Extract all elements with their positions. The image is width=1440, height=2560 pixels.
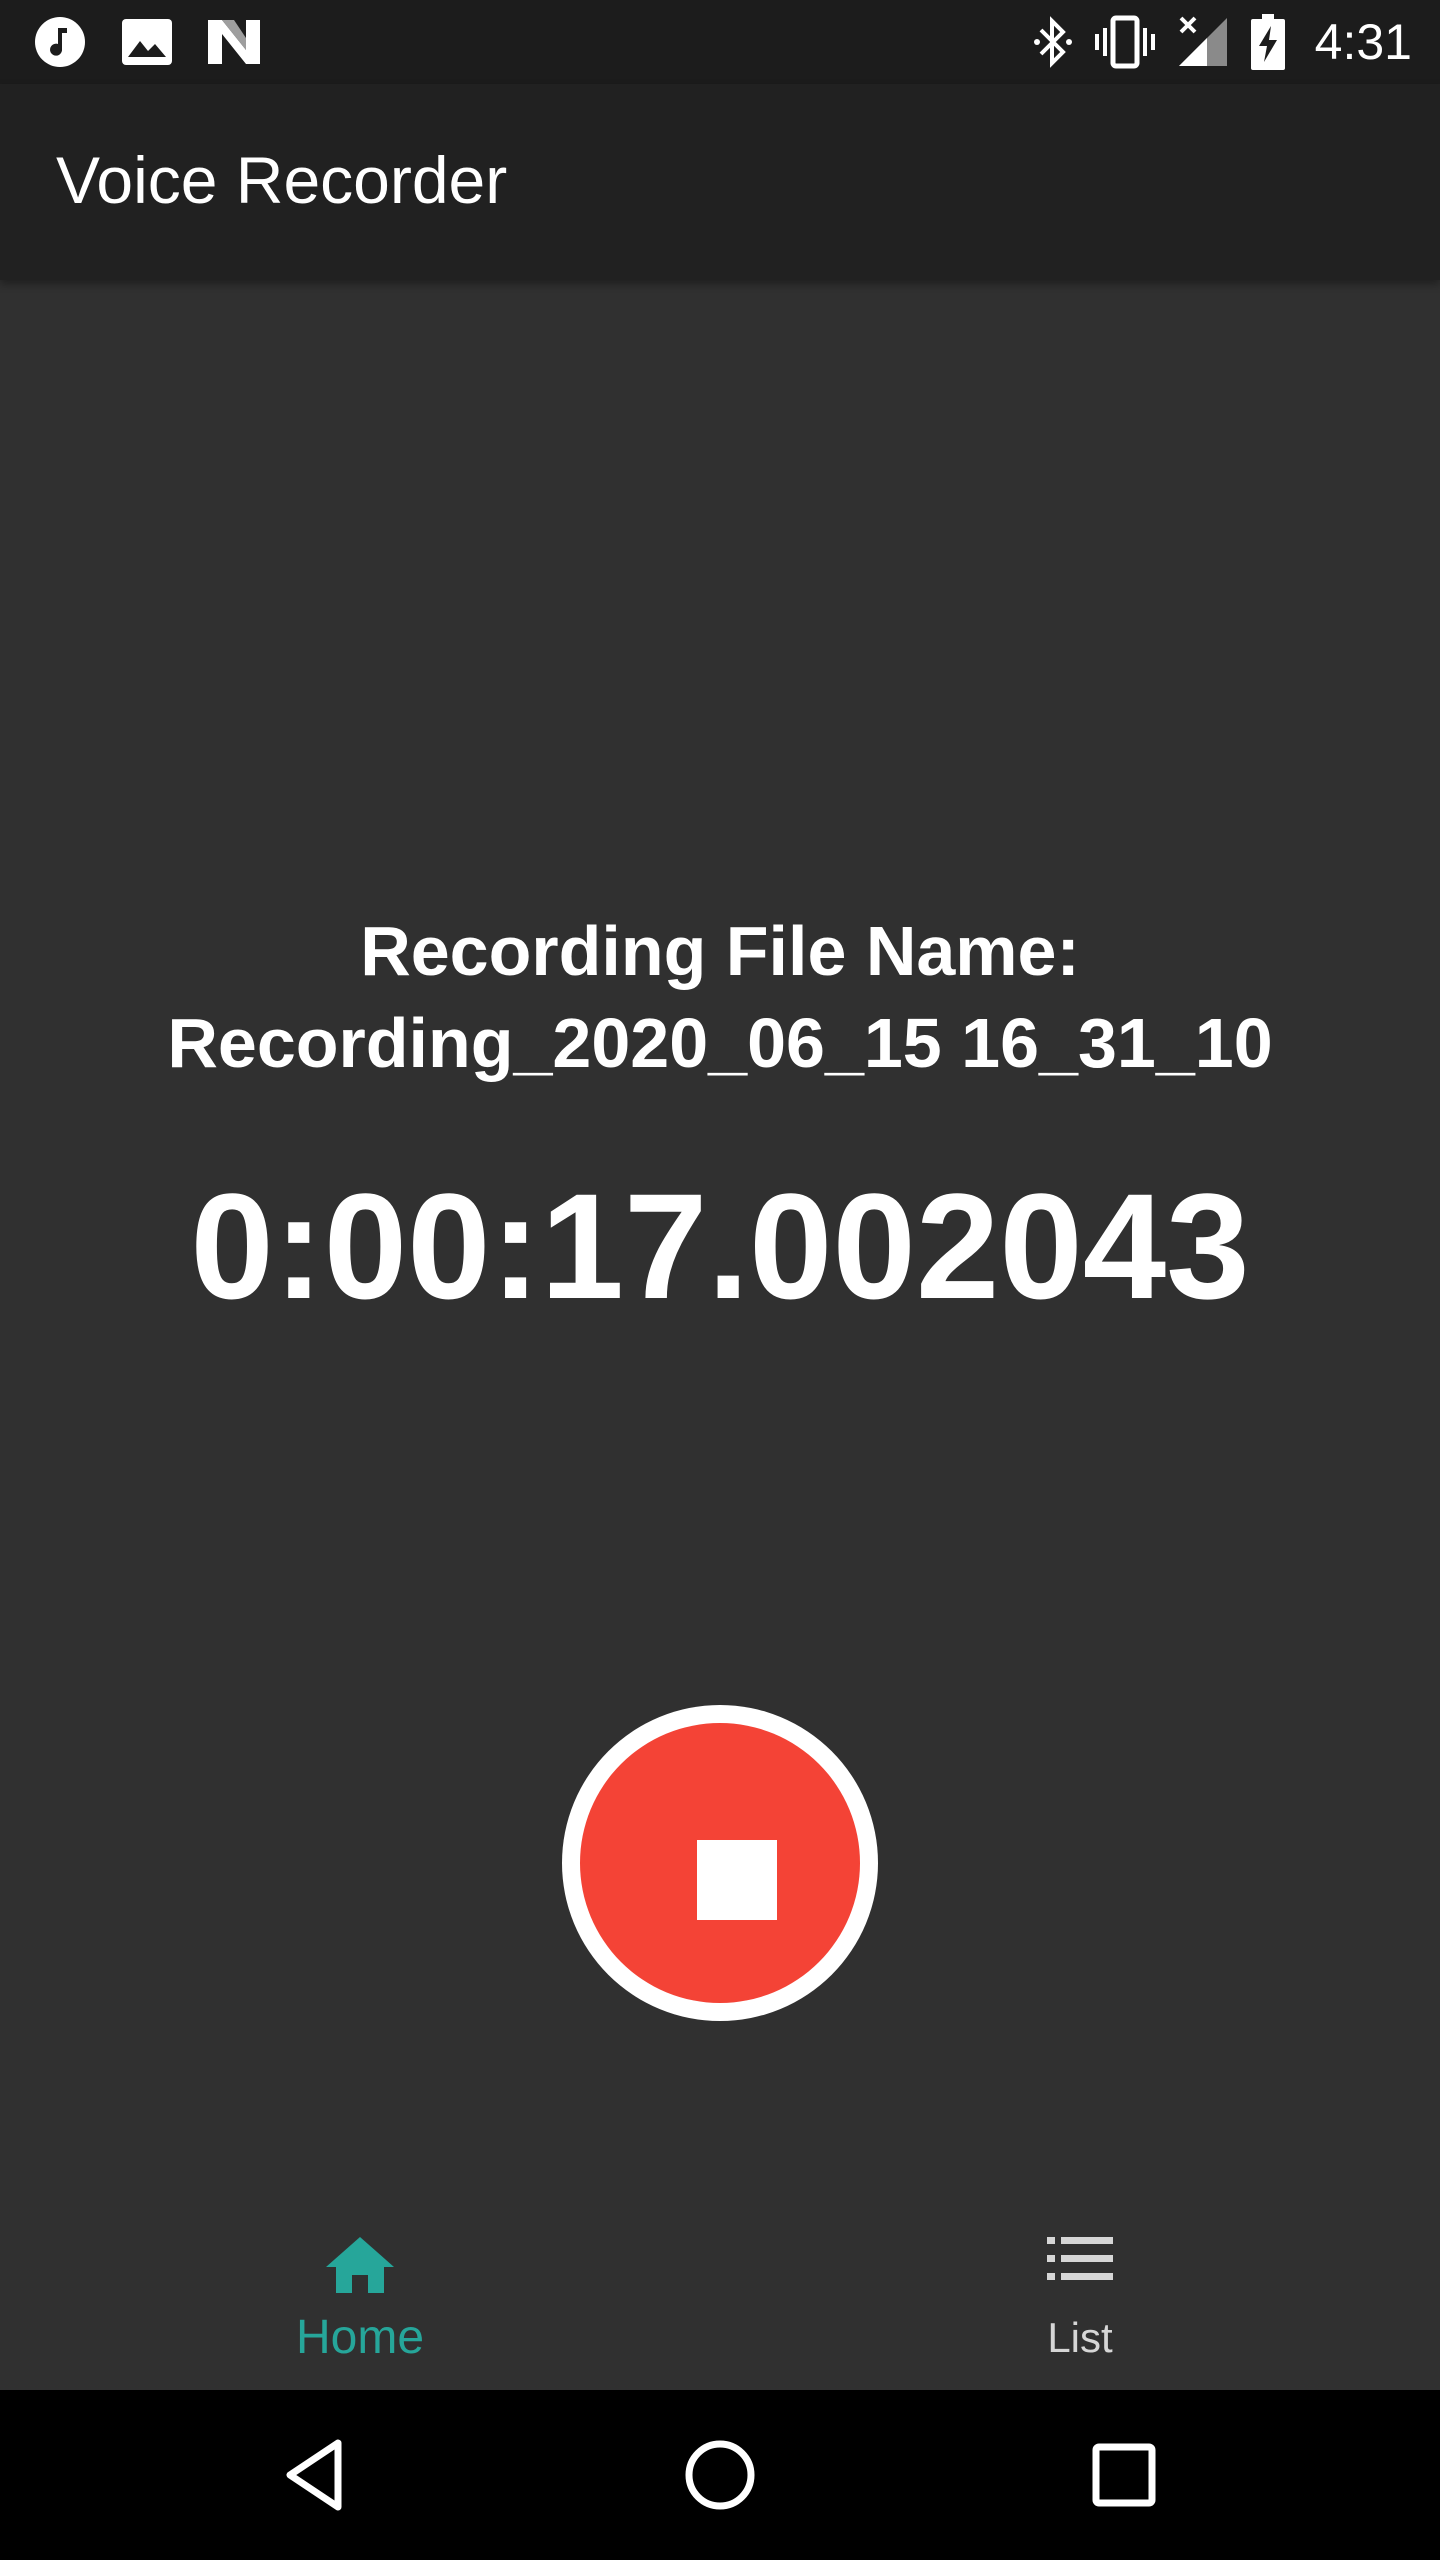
- stop-recording-button[interactable]: [562, 1705, 878, 2021]
- app-bar: Voice Recorder: [0, 84, 1440, 280]
- nav-item-home[interactable]: Home: [0, 2180, 720, 2390]
- list-icon: [1047, 2237, 1113, 2280]
- music-note-icon: [35, 17, 85, 67]
- file-name-value: Recording_2020_06_15 16_31_10: [167, 1004, 1273, 1082]
- image-icon: [122, 19, 172, 65]
- battery-charging-icon: [1250, 14, 1285, 70]
- vibrate-icon: [1094, 15, 1155, 69]
- home-icon: [326, 2237, 394, 2293]
- back-icon[interactable]: [276, 2435, 356, 2515]
- nav-label-home: Home: [295, 2311, 425, 2364]
- recents-icon[interactable]: [1084, 2435, 1164, 2515]
- system-status-icons: 4:31: [1033, 10, 1412, 74]
- elapsed-timer: 0:00:17.002043: [190, 1162, 1250, 1330]
- app-title: Voice Recorder: [56, 143, 508, 217]
- stop-icon: [697, 1840, 777, 1920]
- status-time: 4:31: [1314, 14, 1412, 70]
- recording-info: Recording File Name: Recording_2020_06_1…: [0, 905, 1440, 1089]
- bottom-navigation: Home List: [0, 2180, 1440, 2390]
- file-name-label: Recording File Name:: [360, 912, 1080, 990]
- screen: 4:31 Voice Recorder Recording File Name:…: [0, 0, 1440, 2560]
- stop-button-fill: [580, 1723, 860, 2003]
- status-bar: 4:31: [0, 0, 1440, 84]
- n-logo-icon: [208, 20, 260, 64]
- bluetooth-icon: [1033, 16, 1072, 68]
- nav-item-list[interactable]: List: [720, 2180, 1440, 2390]
- home-circle-icon[interactable]: [680, 2435, 760, 2515]
- signal-icon: [1178, 16, 1227, 66]
- nav-label-list: List: [1047, 2314, 1113, 2361]
- system-navigation-bar: [0, 2390, 1440, 2560]
- notification-icons: [34, 14, 260, 70]
